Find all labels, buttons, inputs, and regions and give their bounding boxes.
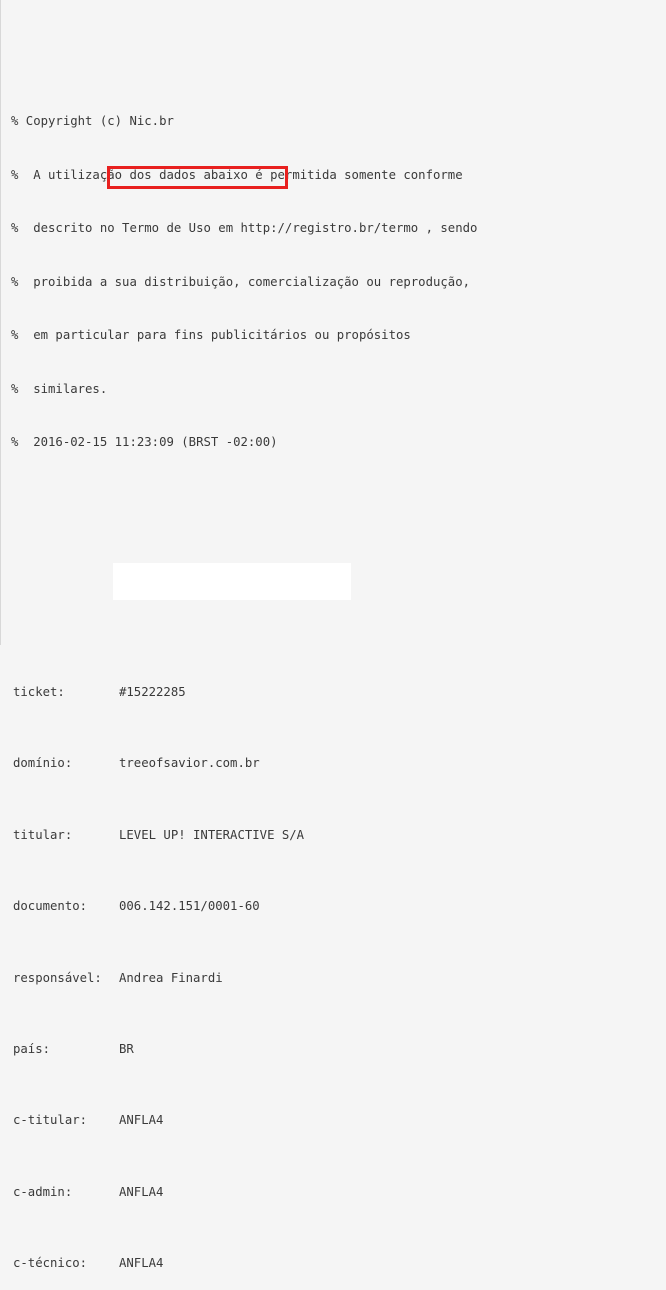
comment-timestamp: % 2016-02-15 11:23:09 (BRST -02:00) (11, 435, 278, 450)
record-label: ticket: (13, 685, 65, 700)
record-value-titular: LEVEL UP! INTERACTIVE S/A (119, 827, 305, 842)
domain-record: ticket: #15222285 domínio: treeofsavior.… (1, 631, 661, 1290)
record-label: titular: (13, 827, 73, 842)
record-label: país: (13, 1041, 51, 1056)
whois-output: % Copyright (c) Nic.br % A utilização do… (1, 6, 661, 1290)
record-row-c-tecnico: c-técnico: ANFLA4 (1, 1255, 661, 1273)
comment-line: % similares. (11, 381, 108, 396)
comment-line: % em particular para fins publicitários … (11, 328, 411, 343)
record-label: c-titular: (13, 1113, 88, 1128)
contact-redaction-block (113, 563, 351, 600)
record-row-documento: documento: 006.142.151/0001-60 (1, 898, 661, 916)
record-value-domain: treeofsavior.com.br (119, 756, 260, 771)
comment-line: % proibida a sua distribuição, comercial… (11, 274, 471, 289)
record-label: domínio: (13, 756, 73, 771)
record-value-c-admin: ANFLA4 (119, 1184, 164, 1199)
record-value-responsavel: Andrea Finardi (119, 970, 223, 985)
record-row-dominio: domínio: treeofsavior.com.br (1, 755, 661, 773)
record-row-titular: titular: LEVEL UP! INTERACTIVE S/A (1, 827, 661, 845)
comment-line: % Copyright (c) Nic.br (11, 114, 174, 129)
copyright-header: % Copyright (c) Nic.br % A utilização do… (1, 77, 661, 487)
record-value-documento: 006.142.151/0001-60 (119, 899, 260, 914)
record-row-c-titular: c-titular: ANFLA4 (1, 1112, 661, 1130)
record-row-responsavel: responsável: Andrea Finardi (1, 970, 661, 988)
record-label: documento: (13, 899, 88, 914)
record-value-c-titular: ANFLA4 (119, 1113, 164, 1128)
record-value-pais: BR (119, 1041, 134, 1056)
record-label: responsável: (13, 970, 102, 985)
record-label: c-admin: (13, 1184, 73, 1199)
whois-page: % Copyright (c) Nic.br % A utilização do… (0, 0, 666, 1270)
record-row-c-admin: c-admin: ANFLA4 (1, 1184, 661, 1202)
record-row-pais: país: BR (1, 1041, 661, 1059)
comment-line: % A utilização dos dados abaixo é permit… (11, 167, 463, 182)
record-value-ticket: #15222285 (119, 685, 186, 700)
comment-line: % descrito no Termo de Uso em http://reg… (11, 221, 478, 236)
record-row-ticket: ticket: #15222285 (1, 684, 661, 702)
record-value-c-tecnico: ANFLA4 (119, 1256, 164, 1271)
record-label: c-técnico: (13, 1256, 88, 1271)
